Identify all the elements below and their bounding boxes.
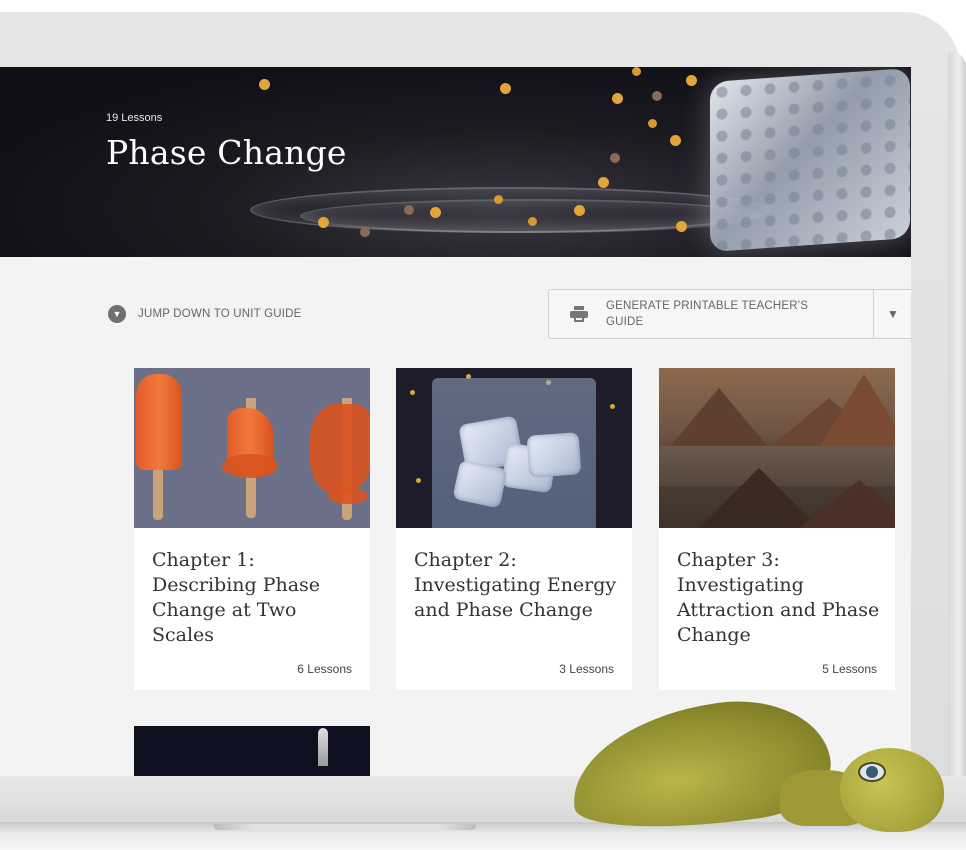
unit-lesson-count: 19 Lessons bbox=[106, 112, 163, 124]
turtle-pupil bbox=[866, 766, 878, 778]
chapter-title: Chapter 2: Investigating Energy and Phas… bbox=[414, 549, 617, 621]
generate-teacher-guide-button[interactable]: GENERATE PRINTABLE TEACHER'S GUIDE bbox=[548, 289, 874, 339]
jump-to-unit-guide-link[interactable]: ▼ JUMP DOWN TO UNIT GUIDE bbox=[108, 305, 301, 323]
chapter-card[interactable]: Chapter 1: Describing Phase Change at Tw… bbox=[134, 368, 370, 690]
chapter-lesson-count: 3 Lessons bbox=[559, 662, 614, 676]
particle-dot bbox=[430, 207, 441, 218]
laptop-base-bottom bbox=[0, 822, 966, 850]
particle-dot bbox=[652, 91, 662, 101]
swirl-decoration bbox=[300, 199, 760, 233]
guide-options-dropdown[interactable]: ▼ bbox=[873, 289, 911, 339]
printer-icon bbox=[570, 306, 588, 322]
particle-dot bbox=[404, 205, 414, 215]
jump-label: JUMP DOWN TO UNIT GUIDE bbox=[138, 308, 302, 320]
ice-cube-image bbox=[710, 68, 910, 252]
particle-dot bbox=[648, 119, 657, 128]
chapter-thumbnail-ice-glass bbox=[396, 368, 632, 528]
chapter-card[interactable]: Chapter 3: Investigating Attraction and … bbox=[659, 368, 895, 690]
chapter-card[interactable]: Chapter 2: Investigating Energy and Phas… bbox=[396, 368, 632, 690]
guide-button-label: GENERATE PRINTABLE TEACHER'S GUIDE bbox=[606, 300, 809, 328]
chapter-thumbnail-landscape bbox=[659, 368, 895, 528]
particle-dot bbox=[360, 227, 370, 237]
particle-dot bbox=[528, 217, 537, 226]
particle-dot bbox=[610, 153, 620, 163]
molecule-pattern bbox=[710, 68, 910, 252]
particle-dot bbox=[494, 195, 503, 204]
particle-dot bbox=[574, 205, 585, 216]
laptop-hinge bbox=[214, 824, 476, 830]
chapter-lesson-count: 6 Lessons bbox=[297, 662, 352, 676]
chapter-card-partial[interactable] bbox=[134, 726, 370, 777]
chapter-title: Chapter 1: Describing Phase Change at Tw… bbox=[152, 549, 321, 646]
caret-down-icon: ▼ bbox=[887, 307, 899, 321]
chapter-title: Chapter 3: Investigating Attraction and … bbox=[677, 549, 880, 646]
particle-dot bbox=[670, 135, 681, 146]
turtle-mascot-head bbox=[840, 748, 944, 832]
screen: 19 Lessons Phase Change ▼ JUMP DOWN TO U… bbox=[0, 67, 911, 777]
chapter-thumbnail-popsicles bbox=[134, 368, 370, 528]
particle-dot bbox=[612, 93, 623, 104]
page-title: Phase Change bbox=[106, 133, 347, 172]
particle-dot bbox=[598, 177, 609, 188]
particle-dot bbox=[500, 83, 511, 94]
chevron-down-circle-icon: ▼ bbox=[108, 305, 126, 323]
particle-dot bbox=[686, 75, 697, 86]
particle-dot bbox=[259, 79, 270, 90]
unit-hero-banner: 19 Lessons Phase Change bbox=[0, 67, 911, 257]
laptop-edge bbox=[948, 52, 966, 812]
particle-dot bbox=[676, 221, 687, 232]
particle-dot bbox=[318, 217, 329, 228]
particle-dot bbox=[632, 67, 641, 76]
rocket-image bbox=[318, 728, 328, 766]
chapter-lesson-count: 5 Lessons bbox=[822, 662, 877, 676]
